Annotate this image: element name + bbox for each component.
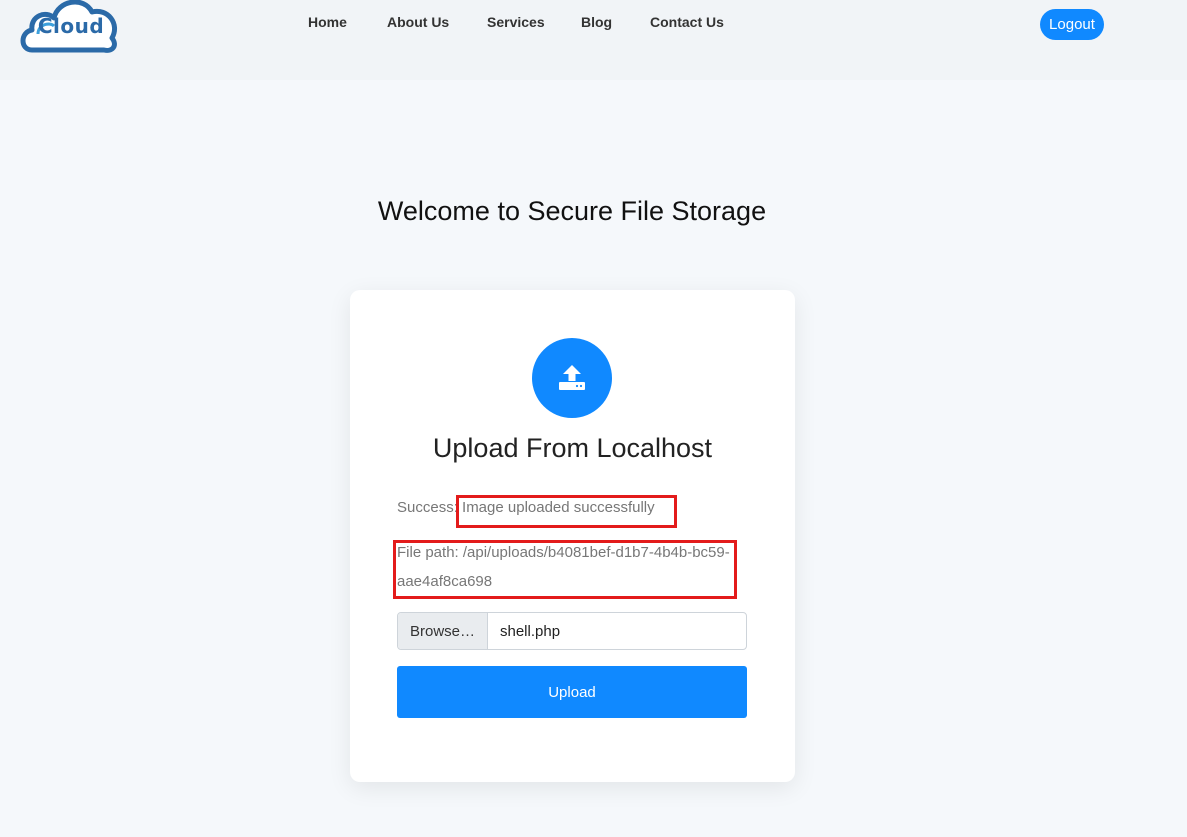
selected-file-name: shell.php — [500, 622, 561, 640]
nav-item-services[interactable]: Services — [487, 14, 545, 30]
highlight-box-file-path — [393, 540, 737, 599]
page-title: Welcome to Secure File Storage — [377, 196, 767, 226]
browse-button[interactable]: Browse… — [398, 613, 488, 649]
site-header: Cloud Home About Us Services Blog Contac… — [0, 0, 1187, 80]
card-title: Upload From Localhost — [432, 433, 713, 463]
cloud-logo[interactable]: Cloud — [18, 0, 120, 54]
upload-card: Upload From Localhost Success: Image upl… — [350, 290, 795, 782]
upload-icon — [559, 365, 585, 390]
logout-button[interactable]: Logout — [1040, 9, 1104, 40]
nav-item-blog[interactable]: Blog — [581, 14, 612, 30]
nav-item-about-us[interactable]: About Us — [387, 14, 449, 30]
upload-button[interactable]: Upload — [397, 666, 747, 718]
file-input[interactable]: Browse… shell.php — [397, 612, 747, 650]
highlight-box-success — [456, 495, 677, 528]
nav-item-home[interactable]: Home — [308, 14, 347, 30]
upload-icon-circle — [532, 338, 612, 418]
logo-text: Cloud — [37, 14, 105, 38]
nav-item-contact-us[interactable]: Contact Us — [650, 14, 724, 30]
